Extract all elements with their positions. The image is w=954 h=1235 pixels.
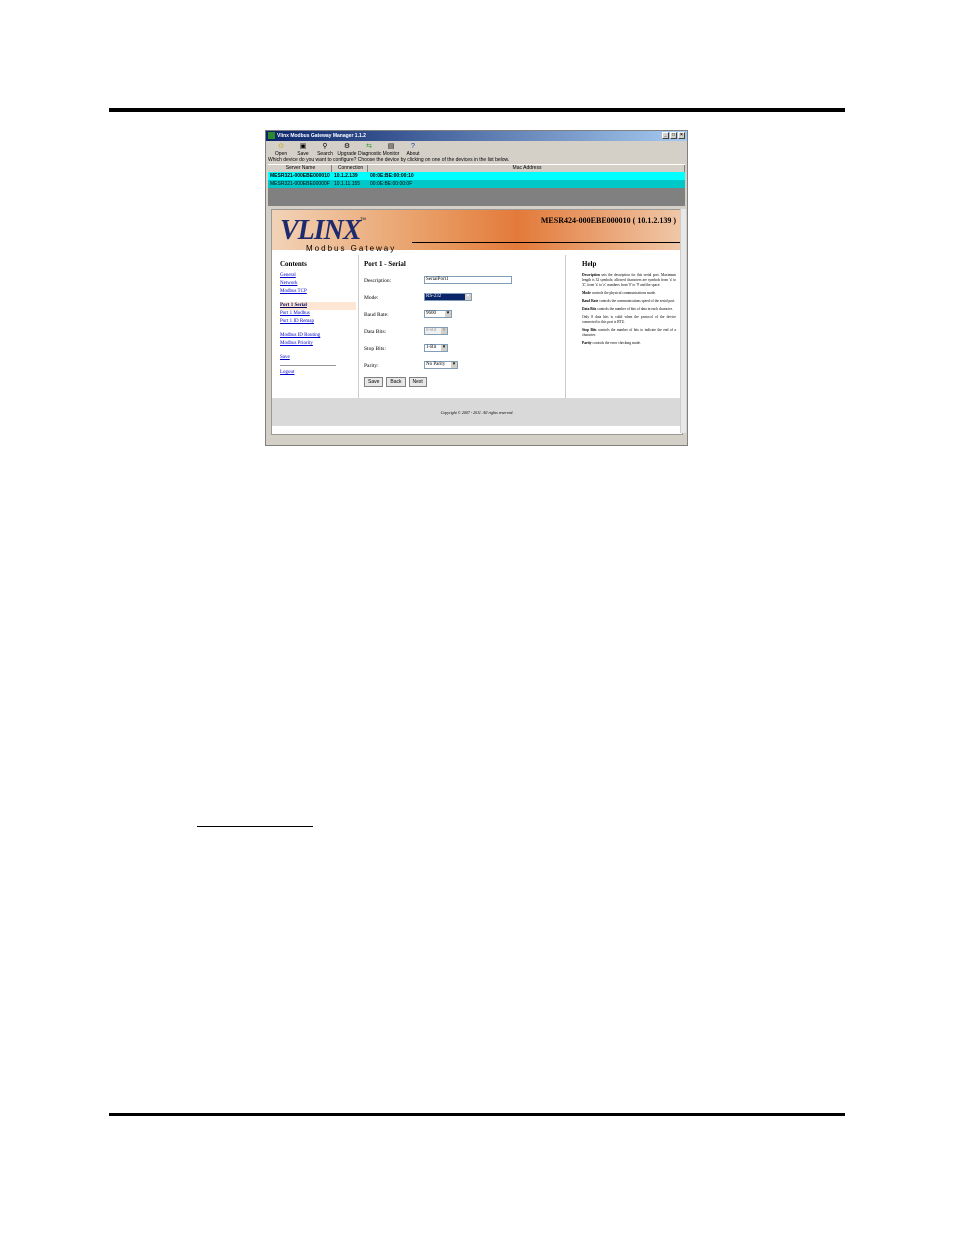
data-bits-label: Data Bits: <box>364 329 387 335</box>
help-data-bits: Data Bits controls the number of bits of… <box>582 307 673 311</box>
footnote-rule <box>197 826 313 827</box>
help-description: Description sets the description for thi… <box>582 273 676 287</box>
open-icon: ⊙ <box>278 143 284 150</box>
help-panel: Help Description sets the description fo… <box>582 260 676 349</box>
description-input[interactable]: SerialPort1 <box>424 276 512 284</box>
banner: VLINX TM Modbus Gateway MESR424-000EBE00… <box>272 210 682 253</box>
nav-item-general[interactable]: General <box>280 272 356 280</box>
column-header[interactable]: Connection <box>332 165 368 172</box>
logo-subtitle: Modbus Gateway <box>306 244 397 253</box>
serial-form: Port 1 - Serial Description: SerialPort1… <box>364 260 560 387</box>
nav-item-port1-modbus[interactable]: Port 1 Modbus <box>280 310 356 318</box>
nav-item-modbus-id-routing[interactable]: Modbus ID Routing <box>280 332 356 340</box>
about-icon: ? <box>411 143 415 150</box>
vlinx-logo: VLINX <box>280 215 362 246</box>
copyright-text: Copyright © 2007 - 2011. All rights rese… <box>440 410 514 415</box>
parity-label: Parity: <box>364 363 379 369</box>
contents-nav: Contents General Network Modbus TCP Port… <box>280 260 356 377</box>
help-parity: Parity controls the error checking mode. <box>582 341 641 345</box>
mode-select[interactable]: RS-232 <box>424 293 472 301</box>
diagnostic-button[interactable]: ⇆ Diagnostic <box>358 141 381 157</box>
table-row[interactable]: MESR321-000EBE00000F 10.1.11.155 00:0E:B… <box>268 180 685 188</box>
device-prompt: Which device do you want to configure? C… <box>268 157 510 163</box>
nav-item-port1-serial[interactable]: Port 1 Serial <box>280 302 356 310</box>
monitor-icon: ▤ <box>387 143 395 150</box>
column-divider <box>565 255 566 399</box>
trademark-mark: TM <box>360 216 366 221</box>
nav-divider <box>280 365 336 366</box>
column-divider <box>358 255 359 399</box>
save-button[interactable]: ▣ Save <box>292 141 314 157</box>
about-button[interactable]: ? About <box>402 141 424 157</box>
description-label: Description: <box>364 278 392 284</box>
nav-item-modbus-tcp[interactable]: Modbus TCP <box>280 288 356 296</box>
mode-label: Mode: <box>364 295 379 301</box>
minimize-button[interactable]: _ <box>662 132 669 139</box>
nav-item-modbus-priority[interactable]: Modbus Priority <box>280 340 356 348</box>
save-form-button[interactable]: Save <box>364 377 384 387</box>
help-mode: Mode controls the physical communication… <box>582 291 656 295</box>
nav-item-save[interactable]: Save <box>280 354 356 362</box>
help-stop-bits: Stop Bits controls the number of bits to… <box>582 328 676 337</box>
parity-select[interactable]: No Parity <box>424 361 458 369</box>
monitor-button[interactable]: ▤ Monitor <box>380 141 402 157</box>
device-table-header: Server Name Connection Mac Address <box>268 164 685 172</box>
baud-rate-select[interactable]: 9600 <box>424 310 452 318</box>
banner-divider <box>412 242 682 243</box>
window-title: Vlinx Modbus Gateway Manager 1.1.2 <box>277 133 366 139</box>
nav-heading: Contents <box>280 260 307 268</box>
search-button[interactable]: ⚲ Search <box>314 141 336 157</box>
bottom-rule <box>109 1113 845 1116</box>
close-button[interactable]: × <box>678 132 685 139</box>
embedded-web-page: VLINX TM Modbus Gateway MESR424-000EBE00… <box>271 209 683 435</box>
data-bits-select: 8-Bit <box>424 327 448 335</box>
upgrade-button[interactable]: ⚙ Upgrade <box>336 141 358 157</box>
next-button[interactable]: Next <box>408 377 427 387</box>
title-bar: Vlinx Modbus Gateway Manager 1.1.2 _ □ × <box>266 131 687 141</box>
stop-bits-select[interactable]: 1-Bit <box>424 344 448 352</box>
upgrade-icon: ⚙ <box>343 143 351 150</box>
help-rtu-note: Only 8 data bits is valid when the proto… <box>582 315 676 324</box>
form-heading: Port 1 - Serial <box>364 260 406 268</box>
diagnostic-icon: ⇆ <box>366 143 372 150</box>
top-rule <box>109 108 845 112</box>
help-baud-rate: Baud Rate controls the communications sp… <box>582 299 676 303</box>
app-icon <box>268 132 275 139</box>
column-header[interactable]: Server Name <box>268 165 332 172</box>
empty-list-area <box>268 188 685 206</box>
nav-item-network[interactable]: Network <box>280 280 356 288</box>
toolbar: ⊙ Open ▣ Save ⚲ Search ⚙ Upgrade ⇆ Diagnostic… <box>266 141 691 157</box>
page-footer: Copyright © 2007 - 2011. All rights rese… <box>272 398 682 426</box>
save-icon: ▣ <box>299 143 307 150</box>
column-header[interactable]: Mac Address <box>368 165 685 172</box>
vertical-scrollbar[interactable] <box>680 209 686 433</box>
table-row[interactable]: MESR321-000EBE000010 10.1.2.139 00:0E:BE… <box>268 172 685 180</box>
app-window: Vlinx Modbus Gateway Manager 1.1.2 _ □ ×… <box>265 130 688 446</box>
nav-item-logout[interactable]: Logout <box>280 369 356 377</box>
maximize-button[interactable]: □ <box>670 132 677 139</box>
search-icon: ⚲ <box>322 143 328 150</box>
open-button[interactable]: ⊙ Open <box>270 141 292 157</box>
help-heading: Help <box>582 260 597 268</box>
back-button[interactable]: Back <box>386 377 406 387</box>
stop-bits-label: Stop Bits: <box>364 346 386 352</box>
device-title: MESR424-000EBE000010 ( 10.1.2.139 ) <box>540 216 676 225</box>
device-table: Server Name Connection Mac Address MESR3… <box>268 164 685 188</box>
nav-item-port1-id-remap[interactable]: Port 1 ID Remap <box>280 318 356 326</box>
baud-rate-label: Baud Rate: <box>364 312 389 318</box>
